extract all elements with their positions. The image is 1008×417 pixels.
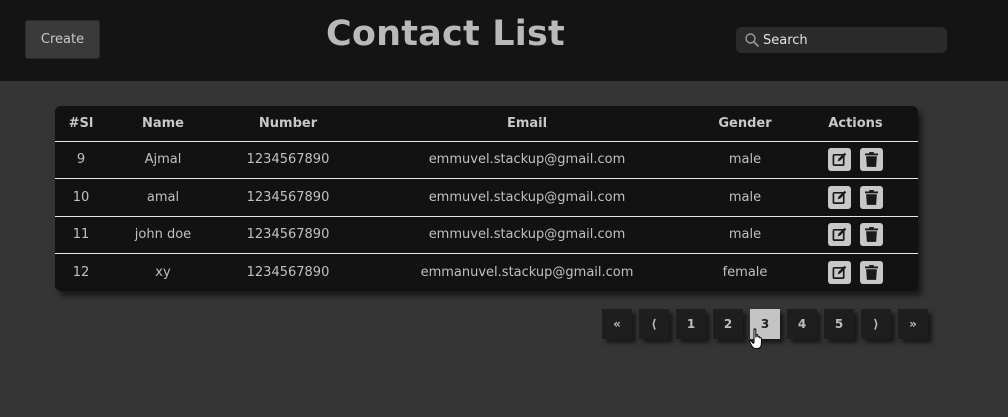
- table-row: 11 john doe 1234567890 emmuvel.stackup@g…: [55, 216, 918, 254]
- table-row: 10 amal 1234567890 emmuvel.stackup@gmail…: [55, 178, 918, 217]
- delete-button[interactable]: [860, 148, 883, 172]
- edit-button[interactable]: [828, 260, 851, 284]
- cell-gender: male: [697, 216, 793, 254]
- cell-email: emmanuvel.stackup@gmail.com: [357, 253, 697, 291]
- edit-icon: [832, 228, 847, 242]
- cell-gender: female: [697, 253, 793, 291]
- edit-icon: [832, 153, 847, 167]
- column-header-sl: #Sl: [55, 106, 107, 142]
- cell-name: xy: [107, 253, 219, 291]
- cell-email: emmuvel.stackup@gmail.com: [357, 141, 697, 179]
- trash-icon: [865, 227, 878, 243]
- pagination: « ⟨ 1 2 3 4 5 ⟩ »: [602, 309, 928, 339]
- cell-actions: [793, 216, 918, 254]
- delete-button[interactable]: [860, 260, 883, 284]
- page-button-4[interactable]: 4: [787, 309, 817, 339]
- first-page-button[interactable]: «: [602, 309, 632, 339]
- cell-gender: male: [697, 141, 793, 179]
- contacts-table-card: #Sl Name Number Email Gender Actions 9 A…: [55, 106, 918, 291]
- cell-name: john doe: [107, 216, 219, 254]
- contacts-table: #Sl Name Number Email Gender Actions 9 A…: [55, 106, 918, 291]
- cell-email: emmuvel.stackup@gmail.com: [357, 216, 697, 254]
- table-header-row: #Sl Name Number Email Gender Actions: [55, 106, 918, 142]
- page-button-5[interactable]: 5: [824, 309, 854, 339]
- create-button[interactable]: Create: [25, 20, 100, 59]
- cell-name: Ajmal: [107, 141, 219, 179]
- next-page-button[interactable]: ⟩: [861, 309, 891, 339]
- table-row: 9 Ajmal 1234567890 emmuvel.stackup@gmail…: [55, 141, 918, 179]
- cell-sl: 10: [55, 178, 107, 217]
- page-button-2[interactable]: 2: [713, 309, 743, 339]
- cell-sl: 12: [55, 253, 107, 291]
- cell-number: 1234567890: [219, 216, 357, 254]
- cell-number: 1234567890: [219, 178, 357, 217]
- edit-button[interactable]: [828, 148, 851, 172]
- cell-number: 1234567890: [219, 253, 357, 291]
- cell-sl: 11: [55, 216, 107, 254]
- column-header-name: Name: [107, 106, 219, 142]
- trash-icon: [865, 152, 878, 168]
- column-header-number: Number: [219, 106, 357, 142]
- top-bar: Create Contact List: [0, 0, 1008, 81]
- cell-sl: 9: [55, 141, 107, 179]
- edit-button[interactable]: [828, 223, 851, 247]
- page-title: Contact List: [326, 14, 565, 54]
- edit-button[interactable]: [828, 185, 851, 209]
- edit-icon: [832, 190, 847, 204]
- prev-page-button[interactable]: ⟨: [639, 309, 669, 339]
- delete-button[interactable]: [860, 223, 883, 247]
- cell-gender: male: [697, 178, 793, 217]
- search-icon: [744, 32, 760, 48]
- cell-number: 1234567890: [219, 141, 357, 179]
- cell-name: amal: [107, 178, 219, 217]
- column-header-gender: Gender: [697, 106, 793, 142]
- trash-icon: [865, 264, 878, 280]
- delete-button[interactable]: [860, 185, 883, 209]
- edit-icon: [832, 265, 847, 279]
- trash-icon: [865, 189, 878, 205]
- last-page-button[interactable]: »: [898, 309, 928, 339]
- page-button-1[interactable]: 1: [676, 309, 706, 339]
- cell-actions: [793, 253, 918, 291]
- hand-cursor-icon: [749, 328, 765, 354]
- search-box[interactable]: [736, 27, 947, 53]
- table-row: 12 xy 1234567890 emmanuvel.stackup@gmail…: [55, 253, 918, 291]
- column-header-email: Email: [357, 106, 697, 142]
- cell-actions: [793, 141, 918, 179]
- cell-actions: [793, 178, 918, 217]
- search-input[interactable]: [763, 32, 943, 48]
- cell-email: emmuvel.stackup@gmail.com: [357, 178, 697, 217]
- column-header-actions: Actions: [793, 106, 918, 142]
